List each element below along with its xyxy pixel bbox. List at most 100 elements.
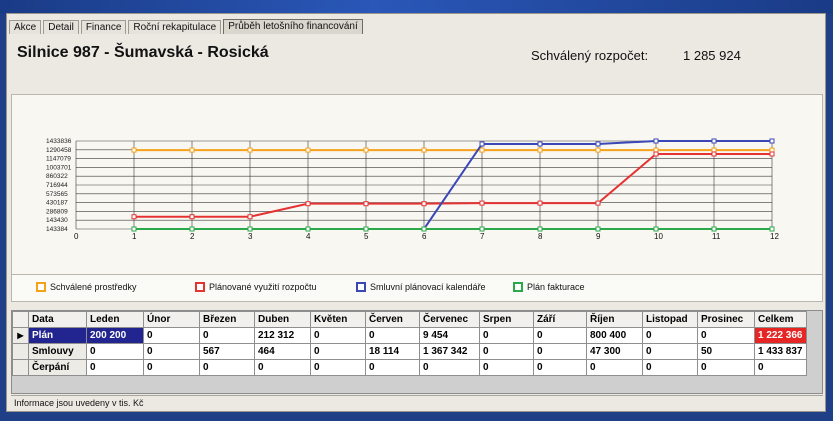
data-point	[479, 141, 485, 147]
table-header-cell[interactable]: Srpen	[479, 311, 534, 328]
budget-label: Schválený rozpočet:	[531, 48, 649, 63]
table-cell[interactable]: 0	[310, 343, 366, 360]
data-point	[189, 226, 195, 232]
tab-detail[interactable]: Detail	[43, 20, 79, 34]
table-cell[interactable]: 1 367 342	[419, 343, 480, 360]
top-bar	[0, 0, 833, 14]
table-header-cell[interactable]: Leden	[86, 311, 144, 328]
table-cell[interactable]: 464	[254, 343, 311, 360]
data-point	[421, 201, 427, 207]
row-header[interactable]: Čerpání	[28, 359, 87, 376]
table-cell[interactable]: 0	[586, 359, 643, 376]
x-tick-label: 3	[248, 232, 253, 241]
table-header-cell[interactable]: Říjen	[586, 311, 643, 328]
data-point	[479, 200, 485, 206]
data-point	[537, 200, 543, 206]
legend-swatch-green	[513, 282, 523, 292]
table-cell[interactable]: 0	[143, 343, 200, 360]
page-title: Silnice 987 - Šumavská - Rosická	[17, 44, 269, 61]
table-header-cell[interactable]: Celkem	[754, 311, 807, 328]
y-tick-label: 1147079	[46, 156, 71, 163]
table-row[interactable]: ▶ Plán 200 200 0 0 212 312 0 0 9 454 0 0…	[12, 327, 807, 344]
table-cell[interactable]: 0	[310, 359, 366, 376]
table-cell[interactable]: 0	[86, 343, 144, 360]
x-tick-label: 12	[770, 232, 779, 241]
table-header-cell[interactable]: Březen	[199, 311, 255, 328]
table-cell[interactable]: 0	[419, 359, 480, 376]
table-cell[interactable]: 0	[365, 327, 420, 344]
legend-label: Plán fakturace	[527, 282, 585, 292]
row-selector[interactable]	[12, 343, 29, 360]
table-header-cell[interactable]: Květen	[310, 311, 366, 328]
legend-item: Smluvní plánovací kalendáře	[356, 282, 486, 292]
table-cell[interactable]: 0	[199, 327, 255, 344]
table-header-cell[interactable]: Únor	[143, 311, 200, 328]
table-row[interactable]: Čerpání 0 0 0 0 0 0 0 0 0 0 0 0 0	[12, 359, 807, 376]
table-cell[interactable]: 50	[697, 343, 755, 360]
x-tick-label: 6	[422, 232, 427, 241]
data-point	[479, 226, 485, 232]
table-cell[interactable]: 0	[199, 359, 255, 376]
table-cell[interactable]: 0	[642, 343, 698, 360]
row-pointer-icon[interactable]: ▶	[12, 327, 29, 344]
data-point	[769, 151, 775, 157]
table-cell[interactable]: 0	[143, 359, 200, 376]
data-point	[769, 226, 775, 232]
table-cell-total[interactable]: 0	[754, 359, 807, 376]
table-cell[interactable]: 0	[697, 327, 755, 344]
data-point	[711, 151, 717, 157]
table-cell[interactable]: 9 454	[419, 327, 480, 344]
data-point	[363, 147, 369, 153]
budget-value: 1 285 924	[683, 48, 741, 63]
table-cell[interactable]: 0	[642, 359, 698, 376]
legend-swatch-orange	[36, 282, 46, 292]
table-cell[interactable]: 0	[143, 327, 200, 344]
table-cell[interactable]: 47 300	[586, 343, 643, 360]
row-selector[interactable]	[12, 359, 29, 376]
data-point	[595, 141, 601, 147]
table-cell[interactable]: 800 400	[586, 327, 643, 344]
table-header-cell[interactable]: Září	[533, 311, 587, 328]
table-header-cell[interactable]: Prosinec	[697, 311, 755, 328]
data-point	[305, 226, 311, 232]
row-header[interactable]: Plán	[28, 327, 87, 344]
table-cell[interactable]: 212 312	[254, 327, 311, 344]
table-cell[interactable]: 0	[479, 359, 534, 376]
table-header-cell[interactable]: Listopad	[642, 311, 698, 328]
table-cell[interactable]: 200 200	[86, 327, 144, 344]
table-cell[interactable]: 0	[642, 327, 698, 344]
table-cell[interactable]: 0	[697, 359, 755, 376]
table-header-cell[interactable]: Červenec	[419, 311, 480, 328]
tab-prubeh-financovani[interactable]: Průběh letošního financování	[223, 19, 363, 34]
table-cell-total[interactable]: 1 222 366	[754, 327, 807, 344]
tab-rocni-rekapitulace[interactable]: Roční rekapitulace	[128, 20, 222, 34]
data-point	[421, 147, 427, 153]
table-cell[interactable]: 0	[365, 359, 420, 376]
data-point	[595, 226, 601, 232]
table-cell[interactable]: 0	[479, 327, 534, 344]
table-cell[interactable]: 0	[479, 343, 534, 360]
table-cell[interactable]: 0	[254, 359, 311, 376]
table-cell[interactable]: 0	[533, 343, 587, 360]
tab-finance[interactable]: Finance	[80, 20, 127, 34]
table-cell[interactable]: 0	[310, 327, 366, 344]
data-point	[537, 147, 543, 153]
table-header-cell[interactable]: Červen	[365, 311, 420, 328]
data-point	[711, 226, 717, 232]
table-cell[interactable]: 18 114	[365, 343, 420, 360]
finance-window: Akce Detail Finance Roční rekapitulace P…	[6, 13, 826, 412]
tab-akce[interactable]: Akce	[9, 20, 42, 34]
table-header-cell[interactable]: Duben	[254, 311, 311, 328]
table-cell[interactable]: 0	[86, 359, 144, 376]
table-cell[interactable]: 567	[199, 343, 255, 360]
data-point	[247, 214, 253, 220]
legend-item: Plánované využití rozpočtu	[195, 282, 317, 292]
table-header-cell[interactable]: Data	[28, 311, 87, 328]
y-tick-label: 1290458	[46, 147, 72, 154]
table-row[interactable]: Smlouvy 0 0 567 464 0 18 114 1 367 342 0…	[12, 343, 807, 360]
table-cell[interactable]: 0	[533, 327, 587, 344]
table-cell-total[interactable]: 1 433 837	[754, 343, 807, 360]
data-point	[189, 214, 195, 220]
table-cell[interactable]: 0	[533, 359, 587, 376]
row-header[interactable]: Smlouvy	[28, 343, 87, 360]
